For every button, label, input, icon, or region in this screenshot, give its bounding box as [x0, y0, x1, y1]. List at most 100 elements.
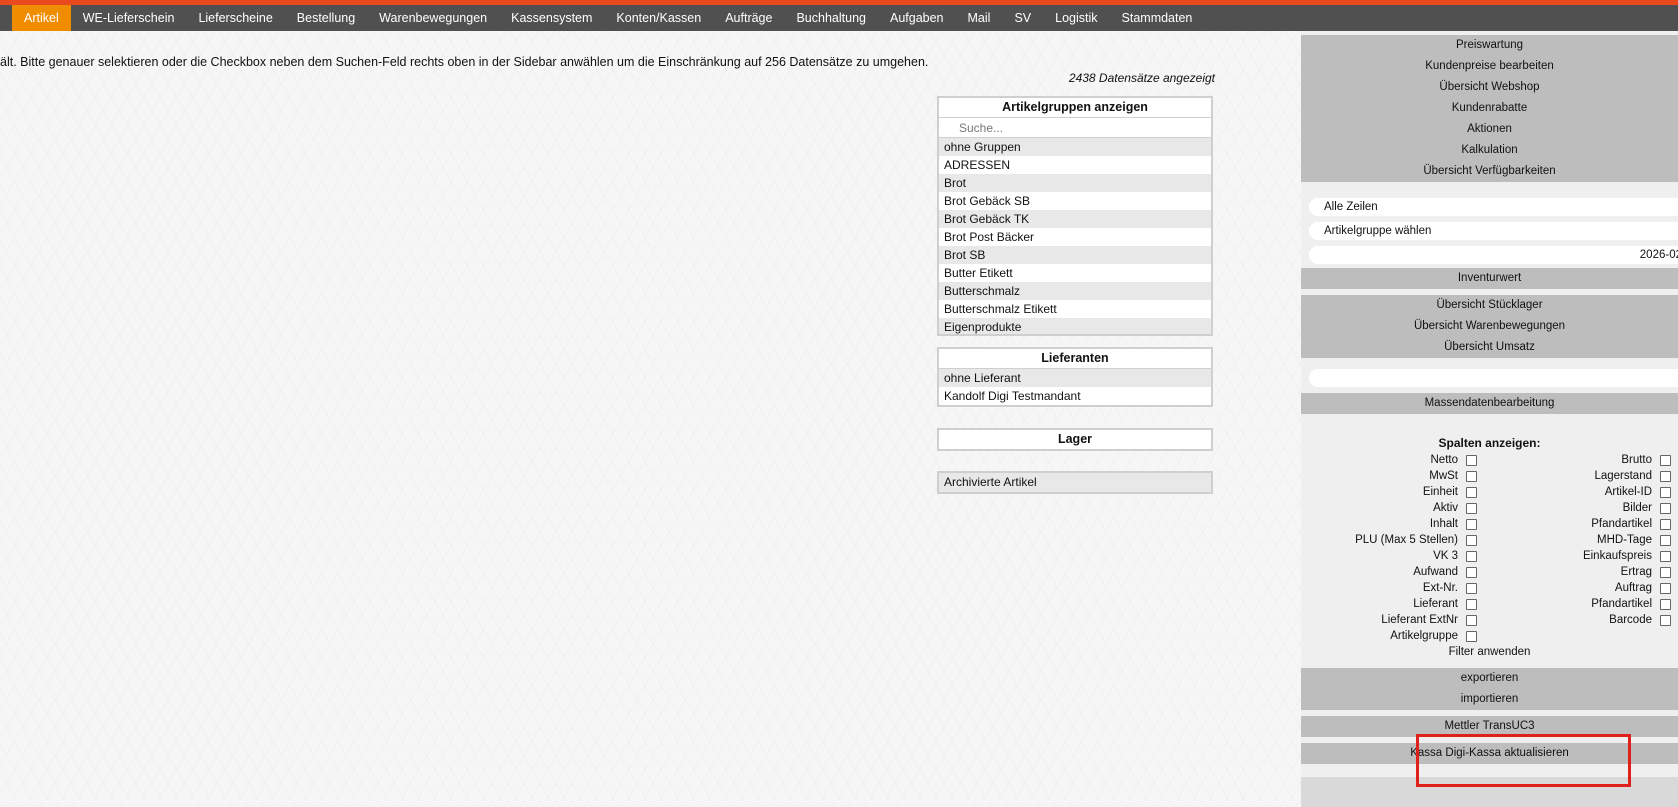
column-checkbox[interactable]: [1466, 518, 1477, 530]
storage-title[interactable]: Lager: [939, 430, 1211, 449]
column-toggle-row[interactable]: Einheit: [1301, 484, 1484, 500]
column-toggle-row[interactable]: MwSt: [1301, 468, 1484, 484]
export-button[interactable]: exportieren: [1301, 668, 1678, 689]
column-checkbox[interactable]: [1660, 582, 1671, 594]
list-item[interactable]: Brot SB: [939, 246, 1211, 264]
nav-item-buchhaltung[interactable]: Buchhaltung: [784, 5, 878, 31]
list-item[interactable]: Brot Post Bäcker: [939, 228, 1211, 246]
column-toggle-row[interactable]: Ext-Nr.: [1301, 580, 1484, 596]
sidebar-item-preiswartung[interactable]: Preiswartung: [1301, 35, 1678, 56]
nav-item-warenbewegungen[interactable]: Warenbewegungen: [367, 5, 499, 31]
column-checkbox[interactable]: [1466, 470, 1477, 482]
column-checkbox[interactable]: [1660, 454, 1671, 466]
column-checkbox[interactable]: [1660, 614, 1671, 626]
sidebar-item-kalkulation[interactable]: Kalkulation: [1301, 140, 1678, 161]
column-checkbox[interactable]: [1466, 582, 1477, 594]
column-checkbox[interactable]: [1660, 566, 1671, 578]
archived-articles-panel[interactable]: Archivierte Artikel: [937, 471, 1213, 494]
nav-item-bestellung[interactable]: Bestellung: [285, 5, 367, 31]
sidebar-item-kundenpreise[interactable]: Kundenpreise bearbeiten: [1301, 56, 1678, 77]
column-checkbox[interactable]: [1660, 598, 1671, 610]
column-checkbox[interactable]: [1466, 630, 1477, 642]
column-checkbox[interactable]: [1466, 486, 1477, 498]
column-toggle-row[interactable]: Auftrag: [1501, 580, 1678, 596]
column-checkbox[interactable]: [1660, 518, 1671, 530]
list-item[interactable]: Kandolf Digi Testmandant: [939, 387, 1211, 405]
list-item[interactable]: Brot Gebäck TK: [939, 210, 1211, 228]
article-groups-title[interactable]: Artikelgruppen anzeigen: [939, 98, 1211, 118]
nav-item-aufgaben[interactable]: Aufgaben: [878, 5, 956, 31]
sidebar-item-umsatz[interactable]: Übersicht Umsatz: [1301, 337, 1678, 358]
import-button[interactable]: importieren: [1301, 689, 1678, 710]
sidebar-item-verfuegbarkeiten[interactable]: Übersicht Verfügbarkeiten: [1301, 161, 1678, 182]
sidebar-empty-field[interactable]: [1309, 369, 1678, 387]
column-checkbox[interactable]: [1660, 486, 1671, 498]
column-toggle-row[interactable]: VK 3: [1301, 548, 1484, 564]
column-checkbox[interactable]: [1466, 598, 1477, 610]
nav-item-logistik[interactable]: Logistik: [1043, 5, 1109, 31]
list-item[interactable]: Butter Etikett: [939, 264, 1211, 282]
column-checkbox[interactable]: [1466, 614, 1477, 626]
column-toggle-row[interactable]: Aktiv: [1301, 500, 1484, 516]
nav-item-sv[interactable]: SV: [1002, 5, 1043, 31]
column-checkbox[interactable]: [1660, 534, 1671, 546]
column-toggle-row[interactable]: Aufwand: [1301, 564, 1484, 580]
storage-panel[interactable]: Lager: [937, 428, 1213, 451]
groups-list[interactable]: ohne Gruppen ADRESSEN Brot Brot Gebäck S…: [939, 138, 1211, 334]
column-toggle-row[interactable]: Pfandartikel: [1501, 516, 1678, 532]
column-toggle-row[interactable]: Lieferant: [1301, 596, 1484, 612]
list-item[interactable]: Butterschmalz Etikett: [939, 300, 1211, 318]
column-checkbox[interactable]: [1466, 454, 1477, 466]
column-toggle-row[interactable]: Pfandartikel: [1501, 596, 1678, 612]
column-toggle-row[interactable]: Inhalt: [1301, 516, 1484, 532]
column-checkbox[interactable]: [1466, 534, 1477, 546]
list-item[interactable]: Eigenprodukte: [939, 318, 1211, 334]
archived-articles-label[interactable]: Archivierte Artikel: [939, 473, 1211, 492]
column-toggle-row[interactable]: Artikelgruppe: [1301, 628, 1484, 644]
column-toggle-row[interactable]: Brutto: [1501, 452, 1678, 468]
column-toggle-row[interactable]: Artikel-ID: [1501, 484, 1678, 500]
date-field[interactable]: 2026-02: [1309, 246, 1678, 264]
nav-item-auftraege[interactable]: Aufträge: [713, 5, 784, 31]
sidebar-item-aktionen[interactable]: Aktionen: [1301, 119, 1678, 140]
column-toggle-row[interactable]: Bilder: [1501, 500, 1678, 516]
column-toggle-row[interactable]: Barcode: [1501, 612, 1678, 628]
article-group-select[interactable]: Artikelgruppe wählen: [1309, 222, 1678, 240]
column-checkbox[interactable]: [1660, 502, 1671, 514]
list-item[interactable]: Butterschmalz: [939, 282, 1211, 300]
sidebar-item-stuecklager[interactable]: Übersicht Stücklager: [1301, 295, 1678, 316]
column-toggle-row[interactable]: Ertrag: [1501, 564, 1678, 580]
nav-item-kassensystem[interactable]: Kassensystem: [499, 5, 604, 31]
sidebar-item-warenbewegungen[interactable]: Übersicht Warenbewegungen: [1301, 316, 1678, 337]
column-toggle-row[interactable]: MHD-Tage: [1501, 532, 1678, 548]
sidebar-item-kundenrabatte[interactable]: Kundenrabatte: [1301, 98, 1678, 119]
nav-item-mail[interactable]: Mail: [956, 5, 1003, 31]
nav-item-artikel[interactable]: Artikel: [12, 5, 71, 31]
sidebar-item-webshop[interactable]: Übersicht Webshop: [1301, 77, 1678, 98]
column-checkbox[interactable]: [1466, 550, 1477, 562]
column-checkbox[interactable]: [1466, 502, 1477, 514]
column-toggle-row[interactable]: PLU (Max 5 Stellen): [1301, 532, 1484, 548]
column-checkbox[interactable]: [1660, 470, 1671, 482]
column-checkbox[interactable]: [1660, 550, 1671, 562]
nav-item-we-lieferschein[interactable]: WE-Lieferschein: [71, 5, 187, 31]
list-item[interactable]: Brot Gebäck SB: [939, 192, 1211, 210]
column-toggle-row[interactable]: Einkaufspreis: [1501, 548, 1678, 564]
column-toggle-row[interactable]: Lagerstand: [1501, 468, 1678, 484]
list-item[interactable]: ohne Gruppen: [939, 138, 1211, 156]
sidebar-item-inventurwert[interactable]: Inventurwert: [1301, 268, 1678, 289]
nav-item-stammdaten[interactable]: Stammdaten: [1110, 5, 1205, 31]
list-item[interactable]: Brot: [939, 174, 1211, 192]
column-toggle-row[interactable]: Lieferant ExtNr: [1301, 612, 1484, 628]
column-toggle-row[interactable]: Netto: [1301, 452, 1484, 468]
nav-item-konten-kassen[interactable]: Konten/Kassen: [604, 5, 713, 31]
suppliers-title[interactable]: Lieferanten: [939, 349, 1211, 369]
all-rows-select[interactable]: Alle Zeilen: [1309, 198, 1678, 216]
apply-filter-button[interactable]: Filter anwenden: [1301, 642, 1678, 662]
list-item[interactable]: ADRESSEN: [939, 156, 1211, 174]
groups-search-input[interactable]: Suche...: [939, 118, 1211, 138]
nav-item-lieferscheine[interactable]: Lieferscheine: [186, 5, 284, 31]
column-checkbox[interactable]: [1466, 566, 1477, 578]
list-item[interactable]: ohne Lieferant: [939, 369, 1211, 387]
sidebar-item-massendaten[interactable]: Massendatenbearbeitung: [1301, 393, 1678, 414]
